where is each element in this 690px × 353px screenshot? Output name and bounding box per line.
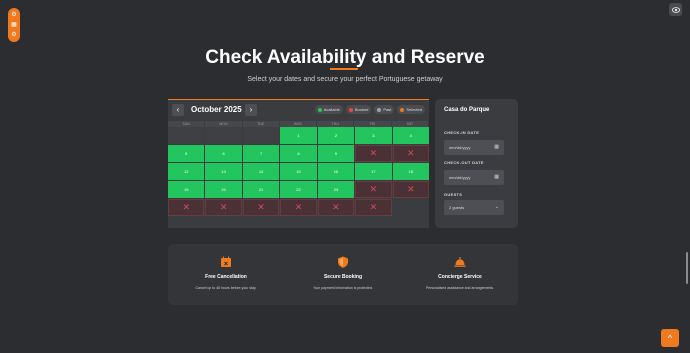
past-dot-icon (377, 107, 382, 112)
shield-icon (338, 256, 348, 268)
legend-selected: Selected (397, 105, 425, 114)
available-day-cell[interactable]: 18 (392, 163, 429, 180)
empty-day-cell (205, 127, 242, 144)
title-underline (330, 68, 358, 70)
calendar-x-icon (221, 256, 231, 267)
available-day-cell[interactable]: 22 (280, 181, 317, 198)
calendar-icon[interactable]: ▦ (494, 170, 499, 185)
booked-day-cell: ✕ (355, 181, 392, 198)
feature-desc: Personalised assistance and arrangements… (425, 286, 495, 290)
page-title: Check Availability and Reserve (205, 47, 485, 68)
available-day-cell[interactable]: 21 (242, 181, 280, 198)
features-panel: Free Cancellation Cancel up to 48 hours … (168, 244, 518, 305)
side-toolbar: ⚙ ▦ ⚙ (8, 8, 20, 42)
available-day-cell[interactable]: 20 (205, 181, 242, 198)
selected-dot-icon (400, 107, 405, 112)
booked-day-cell: ✕ (205, 199, 242, 216)
settings-icon[interactable]: ⚙ (11, 32, 16, 38)
next-month-button[interactable]: › (245, 104, 257, 116)
legend-past: Past (374, 105, 395, 114)
page-subtitle: Select your dates and secure your perfec… (247, 76, 443, 83)
available-day-cell[interactable]: 16 (317, 163, 355, 180)
available-day-cell[interactable]: 2 (317, 127, 355, 144)
booked-day-cell: ✕ (280, 199, 317, 216)
grid-icon[interactable]: ▦ (11, 22, 17, 28)
available-day-cell[interactable]: 1 (280, 127, 317, 144)
booked-day-cell: ✕ (392, 145, 429, 162)
booked-day-cell: ✕ (168, 199, 205, 216)
guests-select[interactable]: 2 guests ⌄ (444, 200, 504, 215)
available-day-cell[interactable]: 23 (317, 181, 355, 198)
guests-label: GUESTS (444, 192, 463, 197)
calendar-panel: ‹ October 2025 › Available Booked Past S… (168, 99, 429, 228)
available-day-cell[interactable]: 3 (355, 127, 392, 144)
chevron-down-icon: ⌄ (494, 204, 499, 210)
available-day-cell[interactable]: 5 (168, 145, 205, 162)
calendar-icon[interactable]: ▦ (494, 140, 499, 155)
eye-icon[interactable] (669, 3, 682, 16)
checkout-label: CHECK-OUT DATE (444, 160, 484, 165)
booking-panel: Casa do Parque CHECK-IN DATE mm/dd/yyyy … (435, 99, 518, 228)
calendar-header: ‹ October 2025 › Available Booked Past S… (168, 100, 429, 121)
available-day-cell[interactable]: 12 (168, 163, 205, 180)
property-name: Casa do Parque (444, 107, 490, 113)
booked-day-cell: ✕ (355, 145, 392, 162)
checkin-label: CHECK-IN DATE (444, 130, 480, 135)
bell-icon (454, 257, 466, 267)
available-day-cell[interactable]: 9 (317, 145, 355, 162)
available-day-cell[interactable]: 13 (205, 163, 242, 180)
feature-title: Free Cancellation (205, 274, 247, 280)
prev-month-button[interactable]: ‹ (172, 104, 184, 116)
calendar-legend: Available Booked Past Selected (314, 105, 425, 114)
gear-icon[interactable]: ⚙ (11, 12, 16, 18)
available-day-cell[interactable]: 15 (280, 163, 317, 180)
booked-day-cell: ✕ (317, 199, 355, 216)
available-day-cell[interactable]: 4 (392, 127, 429, 144)
checkin-field[interactable]: mm/dd/yyyy ▦ (444, 140, 504, 155)
booked-day-cell: ✕ (392, 181, 429, 198)
feature-desc: Your payment information is protected. (313, 286, 373, 290)
feature-title: Secure Booking (323, 274, 363, 280)
empty-day-cell (168, 127, 205, 144)
checkout-field[interactable]: mm/dd/yyyy ▦ (444, 170, 504, 185)
legend-available: Available (314, 105, 343, 114)
empty-day-cell (242, 127, 280, 144)
booked-day-cell: ✕ (242, 199, 280, 216)
feature-title: Concierge Service (438, 274, 482, 280)
page-scrollbar[interactable] (686, 252, 688, 284)
booked-day-cell: ✕ (355, 199, 392, 216)
available-day-cell[interactable]: 6 (205, 145, 242, 162)
available-dot-icon (317, 107, 322, 112)
available-day-cell[interactable]: 19 (168, 181, 205, 198)
month-label: October 2025 (191, 105, 242, 114)
available-day-cell[interactable]: 14 (242, 163, 280, 180)
available-day-cell[interactable]: 17 (355, 163, 392, 180)
booked-dot-icon (348, 107, 353, 112)
scroll-to-top-button[interactable]: ^ (661, 329, 679, 347)
available-day-cell[interactable]: 7 (242, 145, 280, 162)
calendar-grid: 1 2 3 4 5 6 7 8 9 ✕ ✕ 12 13 14 15 16 17 18 19 20 21 22 23 ✕ ✕ ✕ ✕ ✕… (168, 127, 429, 216)
legend-booked: Booked (345, 105, 372, 114)
available-day-cell[interactable]: 8 (280, 145, 317, 162)
feature-desc: Cancel up to 48 hours before your stay. (195, 286, 257, 290)
